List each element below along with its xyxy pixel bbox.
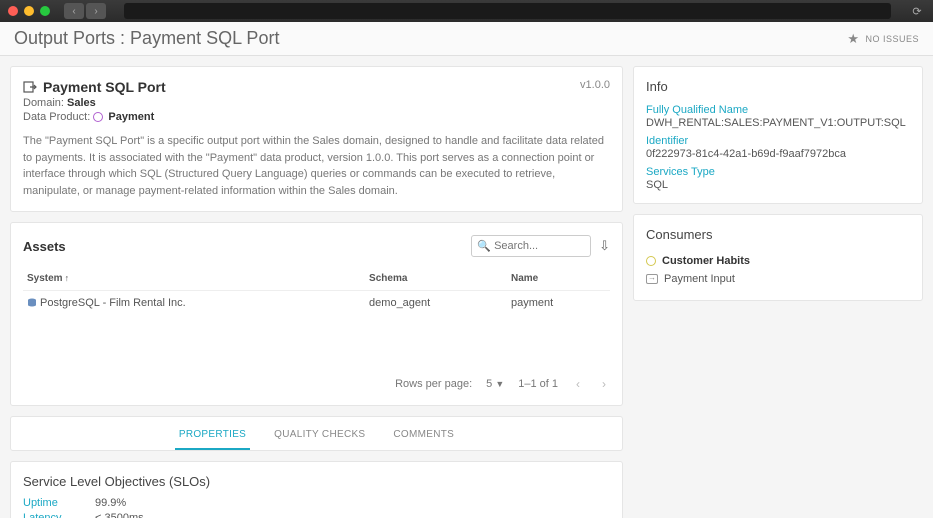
product-icon — [93, 112, 103, 122]
tab-properties[interactable]: PROPERTIES — [175, 425, 250, 450]
back-button[interactable]: ‹ — [64, 3, 84, 19]
page-range: 1–1 of 1 — [518, 378, 558, 390]
table-row[interactable]: PostgreSQL - Film Rental Inc. demo_agent… — [23, 291, 610, 316]
postgres-icon — [27, 298, 37, 308]
sort-asc-icon: ↑ — [65, 273, 70, 283]
port-name: Payment SQL Port — [43, 79, 166, 95]
rows-per-page-select[interactable]: 5 ▼ — [486, 378, 504, 390]
slo-uptime: 99.9% — [95, 497, 126, 509]
output-port-icon — [23, 80, 37, 94]
chevron-down-icon: ▼ — [495, 379, 504, 389]
assets-card: Assets 🔍 ⇩ System↑ Schema Name — [10, 222, 623, 406]
tab-comments[interactable]: COMMENTS — [389, 425, 458, 450]
consumer-item[interactable]: Payment Input — [646, 270, 910, 288]
slo-title: Service Level Objectives (SLOs) — [23, 474, 610, 489]
consumers-title: Consumers — [646, 227, 910, 242]
close-window-icon[interactable] — [8, 6, 18, 16]
info-service-type: SQL — [646, 179, 910, 191]
next-page-button[interactable]: › — [598, 375, 610, 393]
col-system[interactable]: System↑ — [23, 267, 365, 291]
col-name[interactable]: Name — [507, 267, 610, 291]
detail-tabs: PROPERTIES QUALITY CHECKS COMMENTS — [10, 416, 623, 451]
info-card: Info Fully Qualified Name DWH_RENTAL:SAL… — [633, 66, 923, 204]
star-icon[interactable]: ★ — [847, 31, 859, 47]
port-description: The "Payment SQL Port" is a specific out… — [23, 133, 610, 199]
info-title: Info — [646, 79, 910, 94]
minimize-window-icon[interactable] — [24, 6, 34, 16]
tab-quality-checks[interactable]: QUALITY CHECKS — [270, 425, 369, 450]
assets-title: Assets — [23, 239, 66, 254]
page-title: Output Ports : Payment SQL Port — [14, 28, 279, 49]
url-bar[interactable] — [124, 3, 891, 19]
search-icon: 🔍 — [477, 240, 491, 253]
maximize-window-icon[interactable] — [40, 6, 50, 16]
info-identifier: 0f222973-81c4-42a1-b69d-f9aaf7972bca — [646, 148, 910, 160]
download-icon[interactable]: ⇩ — [599, 238, 610, 254]
slo-card: Service Level Objectives (SLOs) Uptime99… — [10, 461, 623, 518]
reload-icon[interactable]: ⟳ — [909, 3, 925, 19]
prev-page-button[interactable]: ‹ — [572, 375, 584, 393]
col-schema[interactable]: Schema — [365, 267, 507, 291]
window-titlebar: ‹ › ⟳ — [0, 0, 933, 22]
consumer-product-icon — [646, 256, 656, 266]
forward-button[interactable]: › — [86, 3, 106, 19]
port-header-card: Payment SQL Port Domain: Sales Data Prod… — [10, 66, 623, 212]
version-label: v1.0.0 — [580, 79, 610, 91]
consumers-card: Consumers Customer Habits Payment Input — [633, 214, 923, 301]
info-fqn: DWH_RENTAL:SALES:PAYMENT_V1:OUTPUT:SQL — [646, 117, 910, 129]
input-port-icon — [646, 274, 658, 284]
slo-latency: < 3500ms — [95, 512, 144, 518]
domain-value: Sales — [67, 97, 96, 109]
consumer-item[interactable]: Customer Habits — [646, 252, 910, 270]
product-value: Payment — [108, 111, 154, 123]
rows-per-page-label: Rows per page: — [395, 378, 472, 390]
issues-badge: NO ISSUES — [865, 34, 919, 44]
